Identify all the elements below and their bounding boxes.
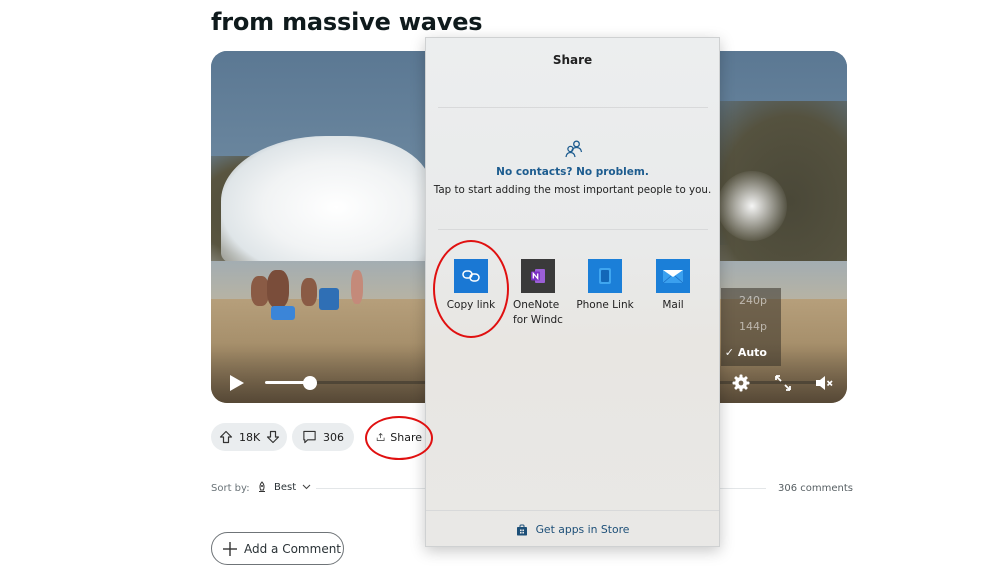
phone-link-icon <box>599 268 611 284</box>
mute-icon <box>816 376 833 390</box>
comment-icon <box>303 430 316 444</box>
rocket-icon <box>259 481 265 492</box>
divider <box>438 229 708 230</box>
settings-gear-icon <box>732 374 750 392</box>
play-icon <box>230 375 244 391</box>
quality-option-240p[interactable]: 240p <box>721 288 781 314</box>
phone-link-tile <box>588 259 622 293</box>
fullscreen-button[interactable] <box>773 373 793 393</box>
share-app-copy-link[interactable]: Copy link <box>440 259 502 313</box>
check-icon: ✓ <box>724 346 734 359</box>
contacts-icon <box>565 140 583 158</box>
play-button[interactable] <box>229 374 245 392</box>
divider <box>426 510 719 511</box>
onenote-tile <box>521 259 555 293</box>
comments-button[interactable]: 306 <box>292 423 354 451</box>
chevron-down-icon <box>302 484 311 490</box>
total-comments: 306 comments <box>778 483 853 494</box>
share-button[interactable]: Share <box>368 423 430 451</box>
sort-dropdown[interactable]: Best <box>256 481 311 493</box>
video-frame-wave <box>221 136 431 266</box>
mute-button[interactable] <box>814 373 834 393</box>
app-label: Mail <box>662 299 684 311</box>
downvote-button[interactable] <box>266 430 280 444</box>
mail-icon <box>662 270 684 284</box>
plus-icon <box>223 541 237 556</box>
quality-option-auto[interactable]: ✓ Auto <box>721 340 781 366</box>
comment-count-label: 306 <box>323 430 344 444</box>
store-bag-icon <box>516 524 527 535</box>
mail-tile <box>656 259 690 293</box>
vote-count: 18K <box>239 430 261 444</box>
quality-option-label: Auto <box>737 346 767 359</box>
sort-label: Sort by: <box>211 483 250 494</box>
divider <box>438 107 708 108</box>
add-comment-button[interactable]: Add a Comment <box>211 532 344 565</box>
no-contacts-hint[interactable]: Tap to start adding the most important p… <box>426 184 719 196</box>
app-label: Copy link <box>446 299 496 311</box>
no-contacts-heading: No contacts? No problem. <box>496 166 649 178</box>
sort-selected: Best <box>274 481 297 493</box>
fullscreen-icon <box>775 375 791 391</box>
share-dialog-title: Share <box>552 53 593 67</box>
quality-option-144p[interactable]: 144p <box>721 314 781 340</box>
share-app-mail[interactable]: Mail <box>642 259 704 313</box>
upvote-button[interactable] <box>219 430 233 444</box>
app-label: Phone Link <box>576 299 634 311</box>
quality-menu[interactable]: 240p 144p ✓ Auto <box>721 288 781 366</box>
seek-thumb[interactable] <box>303 376 317 390</box>
post-title: from massive waves <box>211 8 483 36</box>
downvote-icon <box>267 430 280 444</box>
app-label: OneNote for Windc <box>513 299 563 326</box>
video-frame-wave-right <box>717 171 787 241</box>
upvote-icon <box>219 430 233 444</box>
share-app-onenote[interactable]: OneNote for Windc <box>507 259 569 328</box>
video-frame-people <box>231 266 391 326</box>
share-label: Share <box>390 430 422 444</box>
get-apps-in-store-link[interactable]: Get apps in Store <box>426 523 719 536</box>
onenote-icon <box>531 269 545 283</box>
copy-link-tile <box>454 259 488 293</box>
share-app-phone-link[interactable]: Phone Link <box>574 259 636 313</box>
share-icon <box>376 433 385 441</box>
share-dialog: Share No contacts? No problem. Tap to st… <box>425 37 720 547</box>
add-comment-label: Add a Comment <box>244 541 342 556</box>
link-icon <box>462 270 480 282</box>
settings-button[interactable] <box>731 373 751 393</box>
store-link-label: Get apps in Store <box>535 523 630 536</box>
vote-group: 18K <box>211 423 287 451</box>
